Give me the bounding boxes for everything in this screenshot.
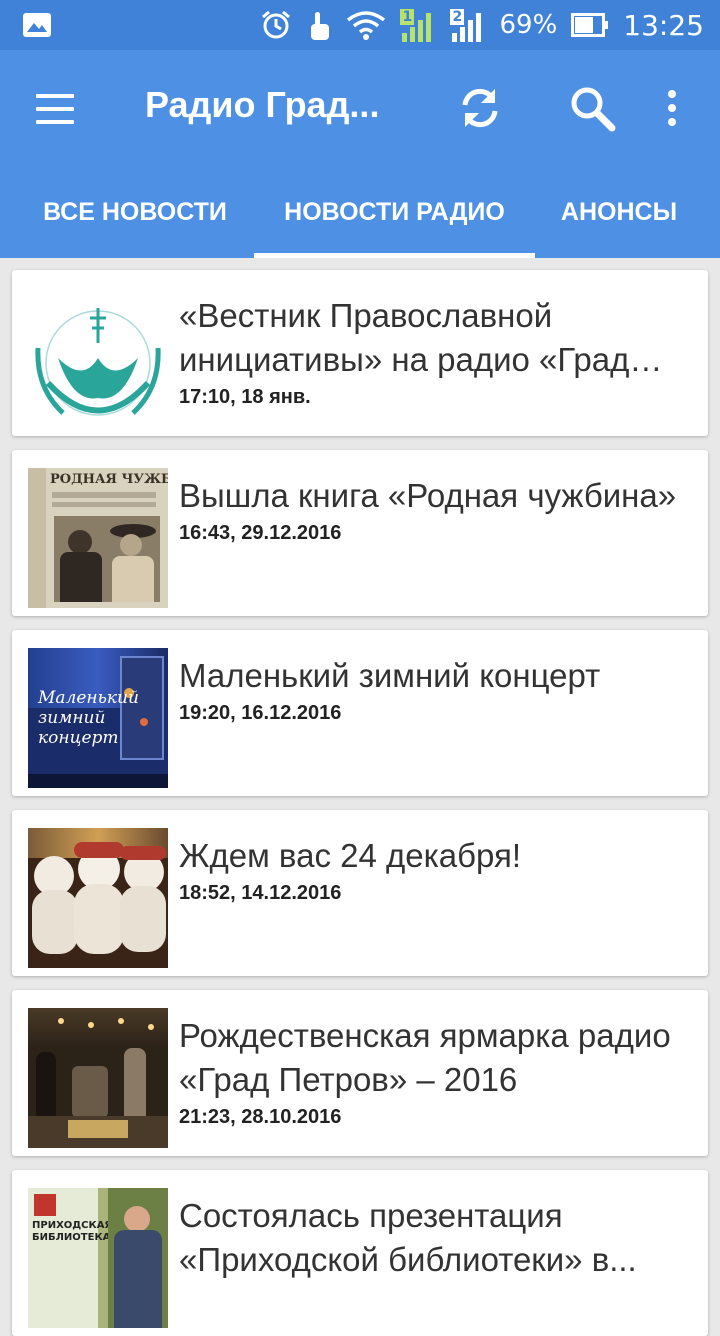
battery-icon	[571, 13, 609, 37]
app-bar: Радио Град... ВСЕ НОВОСТИ НОВОСТИ РАДИО …	[0, 50, 720, 258]
menu-button[interactable]	[30, 88, 80, 128]
search-icon	[571, 87, 616, 132]
news-date: 17:10, 18 янв.	[179, 386, 311, 408]
refresh-icon	[462, 88, 498, 128]
news-thumbnail: РОДНАЯ ЧУЖБИНА	[28, 468, 168, 608]
tab-all-news[interactable]: ВСЕ НОВОСТИ	[28, 190, 242, 258]
thumbnail-concert-text: Маленький зимний концерт	[38, 688, 139, 748]
clock: 13:25	[623, 8, 704, 42]
news-thumbnail: ПРИХОДСКАЯ БИБЛИОТЕКА	[28, 1188, 168, 1328]
news-thumbnail	[28, 288, 168, 428]
news-title: «Вестник Православной инициативы» на рад…	[179, 297, 630, 378]
signal-sim2-icon: 2	[449, 7, 486, 43]
touch-icon	[306, 8, 332, 42]
search-button[interactable]	[564, 80, 620, 136]
status-bar: 1 2 69% 13:25	[0, 0, 720, 50]
news-thumbnail	[28, 828, 168, 968]
tab-announcements[interactable]: АНОНСЫ	[548, 190, 690, 258]
news-date: 16:43, 29.12.2016	[179, 522, 342, 544]
news-title: Рождественская ярмарка радио «Град Петро…	[179, 1017, 671, 1098]
news-date: 19:20, 16.12.2016	[179, 702, 342, 724]
news-date: 18:52, 14.12.2016	[179, 882, 342, 904]
news-card[interactable]: Рождественская ярмарка радио «Град Петро…	[12, 990, 708, 1156]
news-title: Ждем вас 24 декабря!	[179, 837, 522, 874]
tab-radio-news[interactable]: НОВОСТИ РАДИО	[254, 190, 535, 258]
news-card[interactable]: ПРИХОДСКАЯ БИБЛИОТЕКА Состоялась презент…	[12, 1170, 708, 1336]
battery-percent: 69%	[499, 10, 558, 40]
news-thumbnail	[28, 1008, 168, 1148]
sim1-number: 1	[402, 9, 413, 25]
more-options-button[interactable]	[644, 80, 700, 136]
news-title: Маленький зимний концерт	[179, 657, 601, 694]
news-card[interactable]: Маленький зимний концерт Маленький зимни…	[12, 630, 708, 796]
news-card[interactable]: «Вестник Православной инициативы» на рад…	[12, 270, 708, 436]
sim2-number: 2	[452, 9, 463, 25]
news-card[interactable]: Ждем вас 24 декабря! 18:52, 14.12.2016	[12, 810, 708, 976]
thumbnail-library-text: ПРИХОДСКАЯ БИБЛИОТЕКА	[32, 1220, 113, 1243]
news-date: 21:23, 28.10.2016	[179, 1106, 342, 1128]
more-vert-icon	[668, 90, 676, 126]
tab-bar: ВСЕ НОВОСТИ НОВОСТИ РАДИО АНОНСЫ	[0, 190, 720, 258]
news-card[interactable]: РОДНАЯ ЧУЖБИНА Вышла книга «Родная чужби…	[12, 450, 708, 616]
alarm-icon	[260, 9, 292, 41]
news-title: Состоялась презентация «Приходской библи…	[179, 1197, 637, 1278]
gallery-notification-icon	[22, 12, 52, 42]
news-thumbnail: Маленький зимний концерт	[28, 648, 168, 788]
news-title: Вышла книга «Родная чужбина»	[179, 477, 677, 514]
wifi-icon	[346, 10, 386, 40]
thumbnail-book-title: РОДНАЯ ЧУЖБИНА	[50, 472, 168, 487]
app-title: Радио Град...	[145, 84, 380, 125]
refresh-button[interactable]	[452, 80, 508, 136]
signal-sim1-icon: 1	[399, 7, 436, 43]
